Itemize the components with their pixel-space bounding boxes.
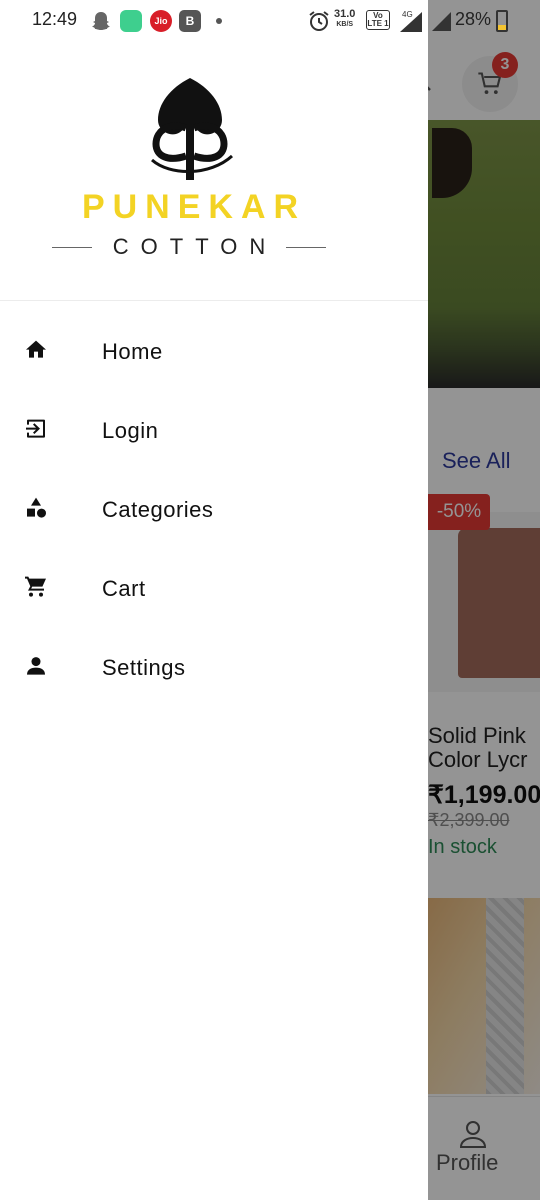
brand-rule-right: [286, 247, 326, 248]
menu-item-label: Login: [102, 417, 159, 443]
network-type-label: 4G: [402, 10, 413, 19]
network-speed-unit: KB/S: [336, 21, 354, 28]
message-app-icon: [120, 10, 142, 32]
brand-logo-mark: [151, 78, 234, 180]
login-icon: [26, 419, 45, 438]
menu-item-categories[interactable]: Categories: [0, 470, 428, 549]
battery-percent: 28%: [455, 9, 492, 29]
menu-item-settings[interactable]: Settings: [0, 628, 428, 707]
cart-icon: [25, 576, 46, 597]
menu-item-label: Categories: [102, 496, 214, 522]
alarm-icon: [309, 11, 329, 31]
network-speed-value: 31.0: [334, 8, 356, 20]
brand-subtitle: COTTON: [112, 234, 278, 259]
brand-logo: PUNEKAR COTTON: [0, 40, 428, 300]
status-time: 12:49: [32, 9, 78, 29]
drawer-menu: Home Login Categories Cart Settings: [0, 312, 428, 707]
network-speed: 31.0 KB/S: [334, 9, 355, 30]
jio-icon: Jio: [150, 10, 172, 32]
menu-item-label: Settings: [102, 654, 186, 680]
signal-icon: [432, 12, 451, 31]
brand-rule-left: [52, 247, 92, 248]
menu-item-label: Home: [102, 338, 163, 364]
volte-indicator: Vo LTE 1: [366, 10, 390, 30]
brand-name: PUNEKAR: [81, 188, 307, 226]
brand-subtitle-row: COTTON: [52, 234, 326, 260]
categories-icon: [27, 497, 46, 518]
status-bar: 12:49 Jio B 31.0 KB/S Vo LTE 1 4G 28%: [0, 0, 540, 40]
snapchat-icon: [92, 12, 110, 30]
signal-4g-icon: 4G: [400, 10, 422, 32]
more-notifications-dot: [216, 18, 222, 24]
menu-item-label: Cart: [102, 575, 146, 601]
b-app-icon: B: [179, 10, 201, 32]
menu-item-cart[interactable]: Cart: [0, 549, 428, 628]
battery-icon: [496, 10, 508, 32]
navigation-drawer: PUNEKAR COTTON Home Login Categories Car…: [0, 40, 428, 1200]
menu-item-home[interactable]: Home: [0, 312, 428, 391]
person-icon: [27, 656, 45, 675]
drawer-divider: [0, 300, 428, 301]
menu-item-login[interactable]: Login: [0, 391, 428, 470]
home-icon: [26, 340, 46, 358]
